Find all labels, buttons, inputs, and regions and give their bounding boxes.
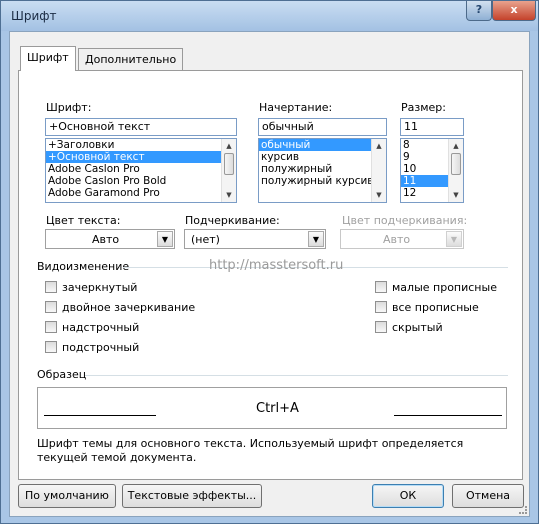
font-list-item[interactable]: Adobe Caslon Pro Bold xyxy=(46,175,236,187)
cancel-button[interactable]: Отмена xyxy=(452,484,524,508)
tab-advanced[interactable]: Дополнительно xyxy=(78,48,184,70)
scroll-thumb[interactable] xyxy=(451,153,461,175)
preview-left-line xyxy=(44,415,156,416)
font-list-item[interactable]: +Основной текст xyxy=(46,151,236,163)
size-list-scrollbar[interactable]: ▲ ▼ xyxy=(448,139,463,202)
font-label: Шрифт: xyxy=(46,101,92,114)
underline-select[interactable]: (нет) ▼ xyxy=(184,229,326,249)
superscript-checkbox[interactable]: надстрочный xyxy=(45,321,139,334)
font-list-item[interactable]: Adobe Garamond Pro xyxy=(46,187,236,199)
preview-divider xyxy=(85,375,508,376)
font-dialog: Шрифт ? x Шрифт Дополнительно Шрифт: +Ос… xyxy=(0,0,539,524)
size-label: Размер: xyxy=(401,101,446,114)
text-color-label: Цвет текста: xyxy=(46,214,121,227)
text-color-value: Авто xyxy=(92,233,120,246)
dropdown-arrow-icon: ▼ xyxy=(446,231,462,247)
scroll-down-icon[interactable]: ▼ xyxy=(449,188,463,202)
checkbox-box[interactable] xyxy=(375,281,387,293)
font-list-item[interactable]: +Заголовки xyxy=(46,139,236,151)
tab-font[interactable]: Шрифт xyxy=(20,46,76,71)
size-input[interactable]: 11 xyxy=(400,118,464,136)
font-input[interactable]: +Основной текст xyxy=(45,118,237,136)
checkbox-box[interactable] xyxy=(45,341,57,353)
font-list-scrollbar[interactable]: ▲ ▼ xyxy=(221,139,236,202)
preview-group-label: Образец xyxy=(37,368,87,381)
preview-description: Шрифт темы для основного текста. Использ… xyxy=(37,437,464,464)
resize-grip-icon[interactable] xyxy=(519,506,527,514)
style-label: Начертание: xyxy=(259,101,333,114)
all-caps-checkbox[interactable]: все прописные xyxy=(375,301,479,314)
dialog-body: Шрифт Дополнительно Шрифт: +Основной тек… xyxy=(9,31,530,517)
scroll-down-icon[interactable]: ▼ xyxy=(372,188,386,202)
scroll-up-icon[interactable]: ▲ xyxy=(222,139,236,153)
dropdown-arrow-icon[interactable]: ▼ xyxy=(157,231,173,247)
preview-right-line xyxy=(394,415,502,416)
ok-button[interactable]: ОК xyxy=(372,484,444,508)
checkbox-label: все прописные xyxy=(392,301,479,314)
font-list-item[interactable]: Adobe Caslon Pro xyxy=(46,163,236,175)
watermark-text: http://masstersoft.ru xyxy=(209,258,344,273)
checkbox-label: подстрочный xyxy=(62,341,140,354)
underline-color-label: Цвет подчеркивания: xyxy=(342,214,468,227)
checkbox-label: зачеркнутый xyxy=(62,281,138,294)
checkbox-box[interactable] xyxy=(45,321,57,333)
font-tab-panel: Шрифт: +Основной текст +Заголовки +Основн… xyxy=(18,70,523,480)
preview-box: Ctrl+A xyxy=(37,387,507,429)
window-title: Шрифт xyxy=(11,9,57,23)
text-effects-button[interactable]: Текстовые эффекты... xyxy=(122,484,262,508)
checkbox-label: надстрочный xyxy=(62,321,140,334)
checkbox-label: малые прописные xyxy=(392,281,497,294)
font-list[interactable]: +Заголовки +Основной текст Adobe Caslon Pr… xyxy=(45,138,237,203)
checkbox-box[interactable] xyxy=(45,281,57,293)
style-list-scrollbar[interactable]: ▲ ▼ xyxy=(371,139,386,202)
size-list[interactable]: 8 9 10 11 12 ▲ ▼ xyxy=(400,138,464,203)
hidden-checkbox[interactable]: скрытый xyxy=(375,321,443,334)
dropdown-arrow-icon[interactable]: ▼ xyxy=(308,231,324,247)
scroll-down-icon[interactable]: ▼ xyxy=(222,188,236,202)
underline-value: (нет) xyxy=(191,233,220,246)
small-caps-checkbox[interactable]: малые прописные xyxy=(375,281,497,294)
style-list[interactable]: обычный курсив полужирный полужирный курсив… xyxy=(258,138,387,203)
checkbox-label: двойное зачеркивание xyxy=(62,301,196,314)
checkbox-box[interactable] xyxy=(375,321,387,333)
preview-sample-text: Ctrl+A xyxy=(256,401,299,416)
style-list-item[interactable]: полужирный xyxy=(259,163,386,175)
underline-color-value: Авто xyxy=(383,233,411,246)
close-button[interactable]: x xyxy=(492,1,536,21)
style-list-item[interactable]: полужирный курсив xyxy=(259,175,386,187)
set-default-button[interactable]: По умолчанию xyxy=(18,484,116,508)
scroll-up-icon[interactable]: ▲ xyxy=(372,139,386,153)
style-list-item[interactable]: обычный xyxy=(259,139,386,151)
scroll-up-icon[interactable]: ▲ xyxy=(449,139,463,153)
help-button[interactable]: ? xyxy=(466,1,492,21)
underline-color-select: Авто ▼ xyxy=(340,229,464,249)
text-color-select[interactable]: Авто ▼ xyxy=(45,229,175,249)
underline-label: Подчеркивание: xyxy=(185,214,280,227)
scroll-thumb[interactable] xyxy=(224,153,234,175)
checkbox-box[interactable] xyxy=(45,301,57,313)
style-input[interactable]: обычный xyxy=(258,118,387,136)
style-list-item[interactable]: курсив xyxy=(259,151,386,163)
title-bar[interactable]: Шрифт ? x xyxy=(1,1,538,31)
checkbox-box[interactable] xyxy=(375,301,387,313)
checkbox-label: скрытый xyxy=(392,321,443,334)
effects-group-label: Видоизменение xyxy=(37,260,130,273)
subscript-checkbox[interactable]: подстрочный xyxy=(45,341,139,354)
double-strikethrough-checkbox[interactable]: двойное зачеркивание xyxy=(45,301,195,314)
strikethrough-checkbox[interactable]: зачеркнутый xyxy=(45,281,137,294)
